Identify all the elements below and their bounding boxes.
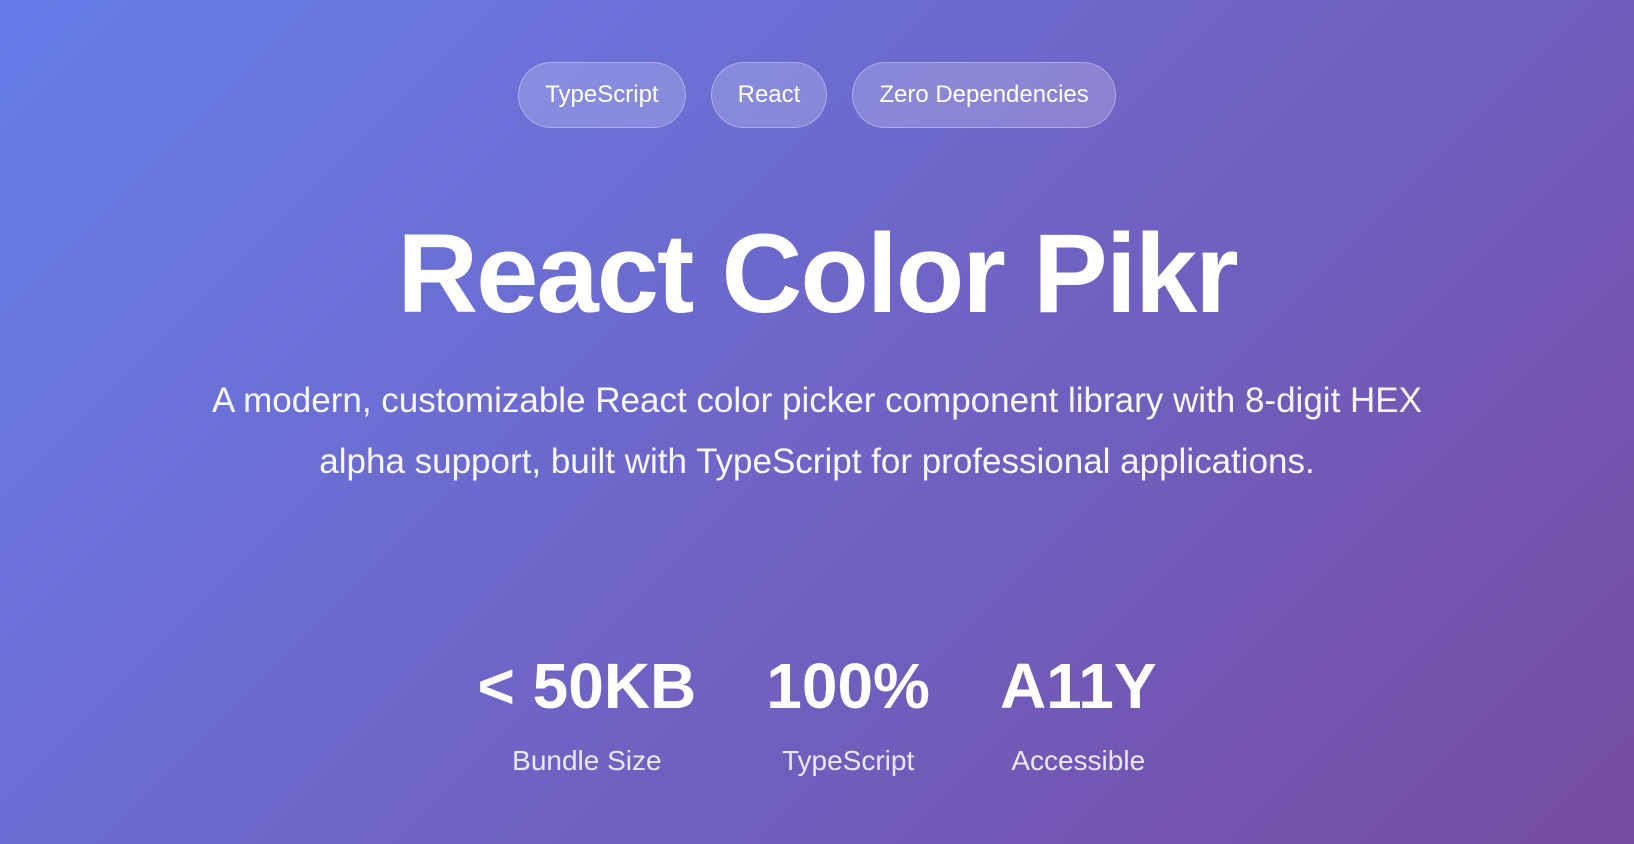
stat-value: A11Y [999,650,1157,722]
hero-title: React Color Pikr [397,211,1238,336]
stats-row: < 50KB Bundle Size 100% TypeScript A11Y … [0,648,1634,778]
stat-accessible: A11Y Accessible [1000,648,1157,778]
stat-typescript: 100% TypeScript [766,648,930,778]
stat-label: TypeScript [781,745,915,776]
stat-label: Accessible [1011,745,1146,776]
badge-react: React [710,62,828,128]
stat-value: < 50KB [477,650,697,722]
hero-section: TypeScript React Zero Dependencies React… [0,0,1634,844]
stat-value: 100% [766,650,930,722]
hero-description: A modern, customizable React color picke… [212,381,1422,481]
stat-label: Bundle Size [512,745,662,776]
stat-bundle-size: < 50KB Bundle Size [477,648,696,778]
badge-list: TypeScript React Zero Dependencies [0,62,1634,128]
badge-typescript: TypeScript [518,62,686,128]
badge-zero-dependencies: Zero Dependencies [852,62,1116,128]
